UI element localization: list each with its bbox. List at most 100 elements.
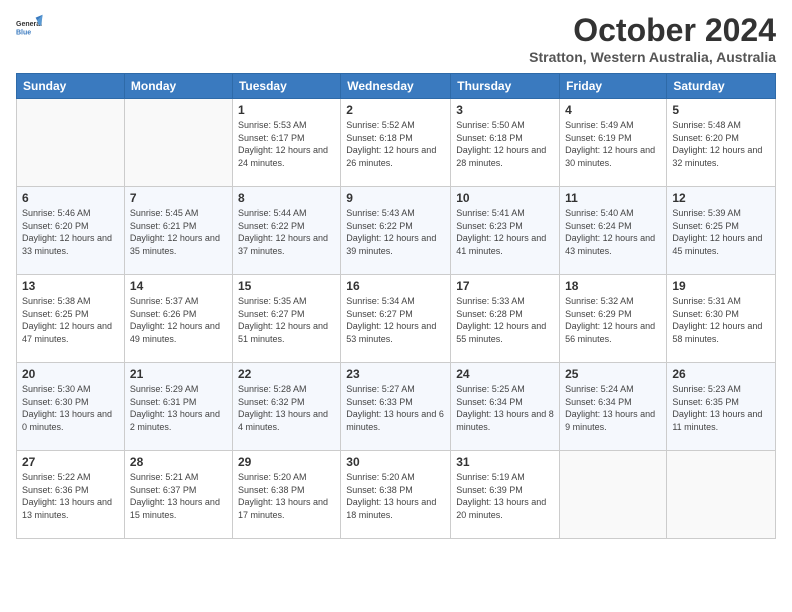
calendar-cell <box>667 451 776 539</box>
main-title: October 2024 <box>529 12 776 49</box>
calendar-header-row: SundayMondayTuesdayWednesdayThursdayFrid… <box>17 74 776 99</box>
day-info: Sunrise: 5:43 AM Sunset: 6:22 PM Dayligh… <box>346 207 445 257</box>
day-info: Sunrise: 5:23 AM Sunset: 6:35 PM Dayligh… <box>672 383 770 433</box>
calendar-cell: 17 Sunrise: 5:33 AM Sunset: 6:28 PM Dayli… <box>451 275 560 363</box>
weekday-header-friday: Friday <box>560 74 667 99</box>
calendar-cell <box>560 451 667 539</box>
calendar-cell: 22 Sunrise: 5:28 AM Sunset: 6:32 PM Dayli… <box>232 363 340 451</box>
calendar-cell: 11 Sunrise: 5:40 AM Sunset: 6:24 PM Dayli… <box>560 187 667 275</box>
day-number: 26 <box>672 367 770 381</box>
day-number: 20 <box>22 367 119 381</box>
day-number: 22 <box>238 367 335 381</box>
calendar-cell: 2 Sunrise: 5:52 AM Sunset: 6:18 PM Daylig… <box>341 99 451 187</box>
day-info: Sunrise: 5:45 AM Sunset: 6:21 PM Dayligh… <box>130 207 227 257</box>
day-number: 14 <box>130 279 227 293</box>
calendar-cell: 24 Sunrise: 5:25 AM Sunset: 6:34 PM Dayli… <box>451 363 560 451</box>
day-info: Sunrise: 5:20 AM Sunset: 6:38 PM Dayligh… <box>346 471 445 521</box>
day-number: 31 <box>456 455 554 469</box>
day-number: 23 <box>346 367 445 381</box>
calendar-cell: 5 Sunrise: 5:48 AM Sunset: 6:20 PM Daylig… <box>667 99 776 187</box>
weekday-header-saturday: Saturday <box>667 74 776 99</box>
day-number: 16 <box>346 279 445 293</box>
weekday-header-thursday: Thursday <box>451 74 560 99</box>
day-info: Sunrise: 5:40 AM Sunset: 6:24 PM Dayligh… <box>565 207 661 257</box>
day-number: 18 <box>565 279 661 293</box>
day-info: Sunrise: 5:53 AM Sunset: 6:17 PM Dayligh… <box>238 119 335 169</box>
day-info: Sunrise: 5:44 AM Sunset: 6:22 PM Dayligh… <box>238 207 335 257</box>
day-info: Sunrise: 5:27 AM Sunset: 6:33 PM Dayligh… <box>346 383 445 433</box>
day-number: 19 <box>672 279 770 293</box>
calendar-cell: 20Sunrise: 5:30 AM Sunset: 6:30 PM Dayli… <box>17 363 125 451</box>
calendar-week-row: 6 Sunrise: 5:46 AM Sunset: 6:20 PM Daylig… <box>17 187 776 275</box>
calendar-cell: 14Sunrise: 5:37 AM Sunset: 6:26 PM Dayli… <box>124 275 232 363</box>
day-number: 29 <box>238 455 335 469</box>
calendar-cell: 9 Sunrise: 5:43 AM Sunset: 6:22 PM Daylig… <box>341 187 451 275</box>
day-number: 7 <box>130 191 227 205</box>
calendar-cell: 3 Sunrise: 5:50 AM Sunset: 6:18 PM Daylig… <box>451 99 560 187</box>
calendar-cell: 10 Sunrise: 5:41 AM Sunset: 6:23 PM Dayli… <box>451 187 560 275</box>
logo: General Blue <box>16 12 44 40</box>
calendar-cell: 29 Sunrise: 5:20 AM Sunset: 6:38 PM Dayli… <box>232 451 340 539</box>
calendar-week-row: 13Sunrise: 5:38 AM Sunset: 6:25 PM Dayli… <box>17 275 776 363</box>
title-block: October 2024 Stratton, Western Australia… <box>529 12 776 65</box>
calendar-cell: 30Sunrise: 5:20 AM Sunset: 6:38 PM Dayli… <box>341 451 451 539</box>
calendar-cell: 31 Sunrise: 5:19 AM Sunset: 6:39 PM Dayli… <box>451 451 560 539</box>
calendar-cell: 25Sunrise: 5:24 AM Sunset: 6:34 PM Dayli… <box>560 363 667 451</box>
day-number: 21 <box>130 367 227 381</box>
weekday-header-sunday: Sunday <box>17 74 125 99</box>
svg-text:Blue: Blue <box>16 29 31 36</box>
day-number: 28 <box>130 455 227 469</box>
day-info: Sunrise: 5:49 AM Sunset: 6:19 PM Dayligh… <box>565 119 661 169</box>
calendar-cell: 23 Sunrise: 5:27 AM Sunset: 6:33 PM Dayli… <box>341 363 451 451</box>
day-number: 24 <box>456 367 554 381</box>
calendar-cell: 16 Sunrise: 5:34 AM Sunset: 6:27 PM Dayli… <box>341 275 451 363</box>
day-info: Sunrise: 5:22 AM Sunset: 6:36 PM Dayligh… <box>22 471 119 521</box>
day-info: Sunrise: 5:39 AM Sunset: 6:25 PM Dayligh… <box>672 207 770 257</box>
calendar-week-row: 20Sunrise: 5:30 AM Sunset: 6:30 PM Dayli… <box>17 363 776 451</box>
day-info: Sunrise: 5:35 AM Sunset: 6:27 PM Dayligh… <box>238 295 335 345</box>
day-info: Sunrise: 5:48 AM Sunset: 6:20 PM Dayligh… <box>672 119 770 169</box>
day-number: 15 <box>238 279 335 293</box>
day-number: 12 <box>672 191 770 205</box>
day-number: 1 <box>238 103 335 117</box>
calendar-cell: 27 Sunrise: 5:22 AM Sunset: 6:36 PM Dayli… <box>17 451 125 539</box>
calendar-week-row: 27 Sunrise: 5:22 AM Sunset: 6:36 PM Dayli… <box>17 451 776 539</box>
calendar-cell: 13Sunrise: 5:38 AM Sunset: 6:25 PM Dayli… <box>17 275 125 363</box>
header: General Blue October 2024 Stratton, West… <box>16 12 776 65</box>
day-info: Sunrise: 5:52 AM Sunset: 6:18 PM Dayligh… <box>346 119 445 169</box>
day-info: Sunrise: 5:46 AM Sunset: 6:20 PM Dayligh… <box>22 207 119 257</box>
day-number: 9 <box>346 191 445 205</box>
day-number: 3 <box>456 103 554 117</box>
calendar-cell <box>124 99 232 187</box>
day-number: 17 <box>456 279 554 293</box>
day-number: 8 <box>238 191 335 205</box>
day-info: Sunrise: 5:34 AM Sunset: 6:27 PM Dayligh… <box>346 295 445 345</box>
page: General Blue October 2024 Stratton, West… <box>0 0 792 612</box>
day-info: Sunrise: 5:31 AM Sunset: 6:30 PM Dayligh… <box>672 295 770 345</box>
subtitle: Stratton, Western Australia, Australia <box>529 49 776 65</box>
calendar-cell: 4 Sunrise: 5:49 AM Sunset: 6:19 PM Daylig… <box>560 99 667 187</box>
calendar-cell: 21 Sunrise: 5:29 AM Sunset: 6:31 PM Dayli… <box>124 363 232 451</box>
calendar-cell: 7 Sunrise: 5:45 AM Sunset: 6:21 PM Daylig… <box>124 187 232 275</box>
day-number: 2 <box>346 103 445 117</box>
calendar-cell: 28 Sunrise: 5:21 AM Sunset: 6:37 PM Dayli… <box>124 451 232 539</box>
day-info: Sunrise: 5:32 AM Sunset: 6:29 PM Dayligh… <box>565 295 661 345</box>
day-info: Sunrise: 5:25 AM Sunset: 6:34 PM Dayligh… <box>456 383 554 433</box>
day-info: Sunrise: 5:21 AM Sunset: 6:37 PM Dayligh… <box>130 471 227 521</box>
calendar-cell: 1 Sunrise: 5:53 AM Sunset: 6:17 PM Daylig… <box>232 99 340 187</box>
day-info: Sunrise: 5:50 AM Sunset: 6:18 PM Dayligh… <box>456 119 554 169</box>
day-number: 6 <box>22 191 119 205</box>
day-number: 4 <box>565 103 661 117</box>
day-number: 27 <box>22 455 119 469</box>
day-info: Sunrise: 5:20 AM Sunset: 6:38 PM Dayligh… <box>238 471 335 521</box>
day-number: 5 <box>672 103 770 117</box>
calendar-cell: 19 Sunrise: 5:31 AM Sunset: 6:30 PM Dayli… <box>667 275 776 363</box>
day-info: Sunrise: 5:19 AM Sunset: 6:39 PM Dayligh… <box>456 471 554 521</box>
day-number: 25 <box>565 367 661 381</box>
day-number: 11 <box>565 191 661 205</box>
day-info: Sunrise: 5:28 AM Sunset: 6:32 PM Dayligh… <box>238 383 335 433</box>
day-info: Sunrise: 5:41 AM Sunset: 6:23 PM Dayligh… <box>456 207 554 257</box>
day-info: Sunrise: 5:29 AM Sunset: 6:31 PM Dayligh… <box>130 383 227 433</box>
day-info: Sunrise: 5:33 AM Sunset: 6:28 PM Dayligh… <box>456 295 554 345</box>
day-number: 10 <box>456 191 554 205</box>
